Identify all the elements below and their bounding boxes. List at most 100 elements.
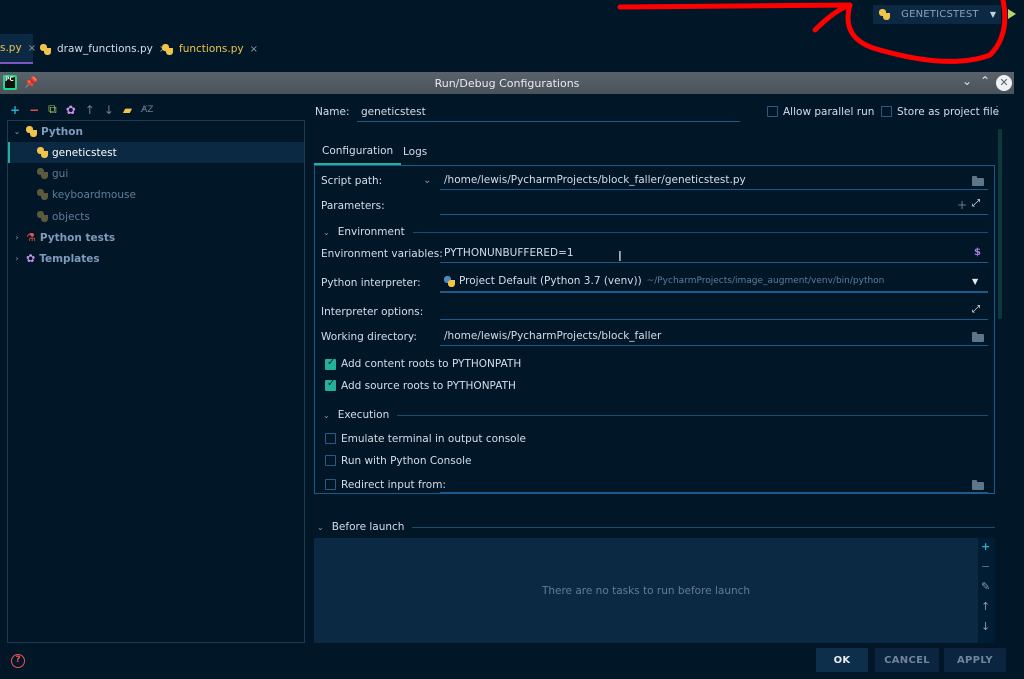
move-down-icon[interactable]: ↓ xyxy=(981,620,990,633)
python-file-icon xyxy=(40,43,51,55)
editor-tab-draw-functions[interactable]: draw_functions.py × xyxy=(40,34,167,64)
before-launch-task-list: There are no tasks to run before launch xyxy=(314,538,978,643)
move-down-icon[interactable]: ↓ xyxy=(104,103,114,117)
allow-parallel-run-label: Allow parallel run xyxy=(783,106,875,118)
tree-item-label: geneticstest xyxy=(52,146,117,159)
dropdown-arrow-icon: ▼ xyxy=(989,10,996,19)
close-icon[interactable]: ✕ xyxy=(996,75,1012,91)
move-up-icon[interactable]: ↑ xyxy=(85,103,95,117)
tree-item-label: Python xyxy=(41,125,83,138)
editor-tab-functions[interactable]: functions.py × xyxy=(162,34,258,64)
tab-logs[interactable]: Logs xyxy=(396,138,434,165)
more-options-icon[interactable]: ⋮ xyxy=(992,105,1002,116)
close-icon[interactable]: × xyxy=(250,44,258,55)
ok-button[interactable]: OK xyxy=(816,648,868,672)
empty-tasks-message: There are no tasks to run before launch xyxy=(541,584,751,597)
remove-icon[interactable]: − xyxy=(981,560,990,573)
interpreter-select[interactable]: Project Default (Python 3.7 (venv)) ~/Py… xyxy=(440,271,988,293)
tab-label: s.py xyxy=(0,42,22,54)
sort-icon[interactable]: A̸Z xyxy=(141,105,153,115)
close-icon[interactable]: × xyxy=(28,43,36,54)
tab-label: Configuration xyxy=(322,144,394,157)
working-dir-value: /home/lewis/PycharmProjects/block_faller xyxy=(444,329,662,342)
tree-item-python[interactable]: ⌄ Python xyxy=(8,121,304,142)
dialog-titlebar[interactable]: 📌 Run/Debug Configurations ⌄ ⌃ ✕ xyxy=(0,72,1014,94)
parameters-input[interactable] xyxy=(440,195,988,215)
tree-item-gui[interactable]: gui xyxy=(8,163,304,184)
dollar-icon[interactable]: $ xyxy=(974,247,981,258)
environment-section[interactable]: ⌄ Environment xyxy=(323,226,988,238)
dropdown-arrow-icon[interactable]: ▼ xyxy=(972,277,978,286)
apply-button[interactable]: APPLY xyxy=(944,648,1006,672)
folder-icon[interactable] xyxy=(972,176,984,186)
section-label: Environment xyxy=(337,226,405,238)
redirect-input-checkbox[interactable] xyxy=(325,479,336,490)
tree-item-keyboardmouse[interactable]: keyboardmouse xyxy=(8,184,304,205)
copy-icon[interactable]: ⧉ xyxy=(48,102,57,117)
tree-item-label: keyboardmouse xyxy=(52,188,136,201)
section-label: Execution xyxy=(337,409,390,421)
redirect-input-field[interactable] xyxy=(440,473,988,493)
move-up-icon[interactable]: ↑ xyxy=(981,600,990,613)
tab-configuration[interactable]: Configuration xyxy=(314,138,402,165)
interpreter-options-input[interactable] xyxy=(440,300,988,320)
before-launch-section[interactable]: ⌄ Before launch xyxy=(317,521,995,533)
expand-icon[interactable]: ⤢ xyxy=(972,304,980,315)
minimize-icon[interactable]: ⌄ xyxy=(962,74,972,88)
add-content-roots-checkbox[interactable] xyxy=(325,357,336,370)
maximize-icon[interactable]: ⌃ xyxy=(980,74,990,88)
tree-item-geneticstest[interactable]: geneticstest xyxy=(8,142,304,163)
working-dir-input[interactable]: /home/lewis/PycharmProjects/block_faller xyxy=(440,326,988,346)
tab-label: draw_functions.py xyxy=(57,43,153,55)
edit-icon[interactable]: ✎ xyxy=(981,580,990,593)
folder-icon[interactable]: ▰ xyxy=(123,103,132,117)
tree-item-objects[interactable]: objects xyxy=(8,206,304,227)
chevron-down-icon[interactable]: ⌄ xyxy=(12,127,22,136)
run-with-console-checkbox[interactable] xyxy=(325,455,336,466)
scrollbar[interactable] xyxy=(998,129,1002,319)
emulate-terminal-checkbox[interactable] xyxy=(325,433,336,444)
tree-item-python-tests[interactable]: › ⚗ Python tests xyxy=(8,227,304,248)
name-input[interactable]: geneticstest xyxy=(357,102,740,122)
tab-label: functions.py xyxy=(179,43,244,55)
add-content-roots-label: Add content roots to PYTHONPATH xyxy=(341,358,522,370)
run-configuration-selector[interactable]: GENETICSTEST ▼ xyxy=(873,5,1001,24)
execution-section[interactable]: ⌄ Execution xyxy=(323,409,988,421)
store-as-project-file-label: Store as project file xyxy=(897,106,1000,118)
tree-item-label: objects xyxy=(52,210,90,223)
remove-icon[interactable]: − xyxy=(29,103,39,117)
section-label: Before launch xyxy=(331,521,405,533)
settings-icon[interactable]: ✿ xyxy=(66,103,76,117)
tree-item-templates[interactable]: › ✿ Templates xyxy=(8,248,304,269)
add-icon[interactable]: + xyxy=(10,103,20,117)
python-icon xyxy=(37,211,48,222)
script-path-input[interactable]: /home/lewis/PycharmProjects/block_faller… xyxy=(440,170,988,190)
add-macro-icon[interactable]: + xyxy=(957,198,967,212)
working-dir-label: Working directory: xyxy=(321,331,417,343)
python-icon xyxy=(37,168,48,179)
add-icon[interactable]: + xyxy=(981,540,990,553)
chevron-right-icon[interactable]: › xyxy=(12,254,22,263)
folder-icon[interactable] xyxy=(972,480,984,490)
store-as-project-file-checkbox[interactable] xyxy=(881,106,892,117)
env-vars-input[interactable]: PYTHONUNBUFFERED=1 xyxy=(440,243,988,263)
emulate-terminal-label: Emulate terminal in output console xyxy=(341,433,526,445)
script-path-value: /home/lewis/PycharmProjects/block_faller… xyxy=(444,173,746,186)
redirect-input-label: Redirect input from: xyxy=(341,479,446,491)
tree-item-label: gui xyxy=(52,167,69,180)
chevron-down-icon[interactable]: ⌄ xyxy=(423,175,431,186)
name-value: geneticstest xyxy=(361,105,426,118)
editor-tab-active[interactable]: s.py × xyxy=(0,34,36,64)
configuration-tree: ⌄ Python geneticstest gui keyboardmouse … xyxy=(7,120,305,643)
button-label: CANCEL xyxy=(884,654,930,666)
cancel-button[interactable]: CANCEL xyxy=(875,648,939,672)
run-icon[interactable] xyxy=(1008,9,1016,19)
allow-parallel-run-checkbox[interactable] xyxy=(767,106,778,117)
chevron-right-icon[interactable]: › xyxy=(12,233,22,242)
help-icon[interactable]: ? xyxy=(11,654,25,668)
add-source-roots-checkbox[interactable] xyxy=(325,378,336,391)
script-path-label: Script path: xyxy=(321,175,383,187)
before-launch-toolbar: + − ✎ ↑ ↓ xyxy=(978,538,995,643)
expand-icon[interactable]: ⤢ xyxy=(972,198,980,209)
folder-icon[interactable] xyxy=(972,332,984,342)
